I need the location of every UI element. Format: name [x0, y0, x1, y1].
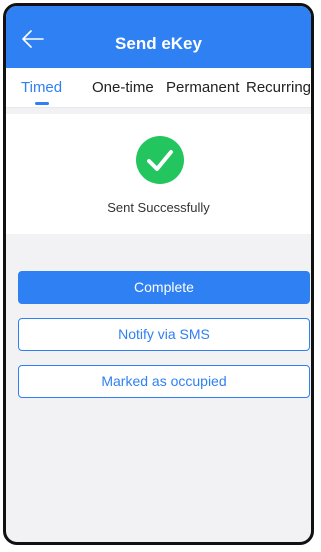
- tab-bar: Timed One-time Permanent Recurring: [6, 68, 311, 108]
- result-message: Sent Successfully: [107, 200, 210, 215]
- success-check-icon: [136, 136, 184, 184]
- active-tab-indicator: [35, 102, 49, 105]
- tab-one-time[interactable]: One-time: [92, 79, 154, 96]
- header-bar: Send eKey: [6, 6, 311, 68]
- tab-recurring[interactable]: Recurring: [246, 79, 311, 96]
- page-title: Send eKey: [115, 34, 202, 53]
- tab-permanent[interactable]: Permanent: [166, 79, 239, 96]
- tab-timed[interactable]: Timed: [21, 79, 62, 96]
- notify-sms-button[interactable]: Notify via SMS: [18, 318, 310, 351]
- result-panel: Sent Successfully: [6, 114, 311, 234]
- phone-frame: Send eKey Timed One-time Permanent Recur…: [3, 3, 314, 545]
- mark-occupied-button[interactable]: Marked as occupied: [18, 365, 310, 398]
- complete-button[interactable]: Complete: [18, 271, 310, 304]
